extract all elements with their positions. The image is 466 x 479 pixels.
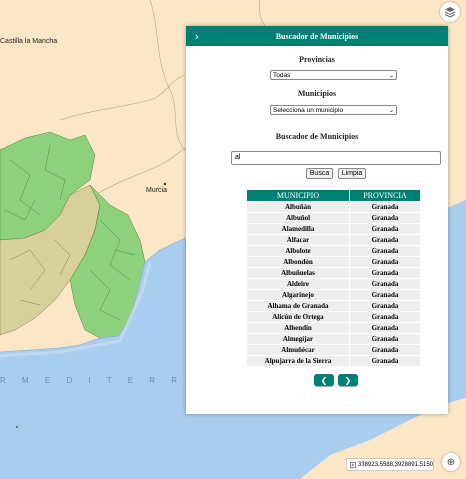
cell-provincia: Granada	[350, 246, 420, 256]
cell-municipio: Alicún de Ortega	[247, 312, 349, 322]
panel-header: › Buscador de Municipios	[186, 26, 448, 46]
table-row[interactable]: Albolote Granada	[247, 246, 420, 256]
map-town-dot	[163, 182, 167, 186]
cell-provincia: Granada	[350, 345, 420, 355]
cell-provincia: Granada	[350, 323, 420, 333]
table-row[interactable]: Alfacar Granada	[247, 235, 420, 245]
table-row[interactable]: Alamedilla Granada	[247, 224, 420, 234]
column-header-provincia[interactable]: PROVINCIA	[350, 190, 420, 201]
search-section-label: Buscador de Municipios	[275, 132, 359, 141]
cell-municipio: Almegíjar	[247, 334, 349, 344]
table-row[interactable]: Albuñuelas Granada	[247, 268, 420, 278]
layers-button[interactable]	[440, 2, 460, 22]
previous-page-button[interactable]: ❮	[314, 374, 334, 386]
municipios-select[interactable]: Selecciona un municipio ⌄	[270, 105, 397, 115]
results-table-body: Albuñán Granada Albuñol Granada Alamedilla Gr…	[247, 202, 420, 366]
table-row[interactable]: Algarinejo Granada	[247, 290, 420, 300]
search-button[interactable]: Busca	[306, 168, 333, 179]
municipios-label: Municipios	[297, 89, 337, 98]
cell-municipio: Albuñán	[247, 202, 349, 212]
table-header-row: MUNICIPIO PROVINCIA	[247, 190, 420, 201]
table-row[interactable]: Albondón Granada	[247, 257, 420, 267]
globe-icon: ⊕	[446, 456, 456, 468]
table-row[interactable]: Albuñán Granada	[247, 202, 420, 212]
layers-icon	[444, 7, 456, 18]
cell-municipio: Alamedilla	[247, 224, 349, 234]
table-row[interactable]: Aldeire Granada	[247, 279, 420, 289]
cell-provincia: Granada	[350, 279, 420, 289]
cell-provincia: Granada	[350, 290, 420, 300]
globe-button[interactable]: ⊕	[442, 453, 460, 471]
chevron-down-icon: ⌄	[388, 73, 394, 79]
cell-municipio: Algarinejo	[247, 290, 349, 300]
clear-button[interactable]: Limpia	[338, 168, 366, 179]
chevron-down-icon: ⌄	[388, 108, 394, 114]
cell-municipio: Albuñuelas	[247, 268, 349, 278]
table-row[interactable]: Almegíjar Granada	[247, 334, 420, 344]
column-header-municipio[interactable]: MUNICIPIO	[247, 190, 349, 201]
arrow-left-icon: ❮	[320, 375, 328, 385]
provincias-select[interactable]: Todas ⌄	[270, 70, 397, 80]
municipality-search-input[interactable]: al	[231, 151, 441, 165]
table-row[interactable]: Alicún de Ortega Granada	[247, 312, 420, 322]
cell-provincia: Granada	[350, 334, 420, 344]
cell-provincia: Granada	[350, 235, 420, 245]
table-row[interactable]: Alpujarra de la Sierra Granada	[247, 356, 420, 366]
map-town-dot	[16, 426, 18, 428]
table-row[interactable]: Almuñécar Granada	[247, 345, 420, 355]
chevron-right-icon: ›	[194, 29, 200, 43]
cell-provincia: Granada	[350, 312, 420, 322]
table-row[interactable]: Alhendín Granada	[247, 323, 420, 333]
panel-collapse-button[interactable]: ›	[190, 28, 204, 44]
map-label-region: Castilla la Mancha	[0, 38, 58, 45]
cell-provincia: Granada	[350, 356, 420, 366]
cell-provincia: Granada	[350, 268, 420, 278]
provincias-label: Provincias	[299, 55, 335, 64]
cell-provincia: Granada	[350, 301, 420, 311]
coordinates-text: 338923.5588,3928891.5150	[357, 461, 433, 468]
cell-provincia: Granada	[350, 224, 420, 234]
provincias-selected-value: Todas	[273, 72, 291, 79]
map-label-city: Murcia	[146, 187, 168, 194]
arrow-right-icon: ❯	[344, 375, 352, 385]
cell-provincia: Granada	[350, 257, 420, 267]
cell-municipio: Aldeire	[247, 279, 349, 289]
cell-provincia: Granada	[350, 202, 420, 212]
municipios-selected-value: Selecciona un municipio	[273, 107, 344, 114]
cell-municipio: Alhendín	[247, 323, 349, 333]
coordinates-readout: 338923.5588,3928891.5150	[346, 458, 434, 471]
cell-municipio: Alhama de Granada	[247, 301, 349, 311]
next-page-button[interactable]: ❯	[338, 374, 358, 386]
cell-municipio: Albondón	[247, 257, 349, 267]
table-row[interactable]: Albuñol Granada	[247, 213, 420, 223]
results-table: MUNICIPIO PROVINCIA Albuñán Granada Albuño…	[246, 189, 421, 367]
cell-municipio: Alpujarra de la Sierra	[247, 356, 349, 366]
cell-municipio: Albolote	[247, 246, 349, 256]
cell-municipio: Almuñécar	[247, 345, 349, 355]
location-icon	[350, 461, 356, 468]
panel-title: Buscador de Municipios	[275, 31, 359, 41]
table-row[interactable]: Alhama de Granada Granada	[247, 301, 420, 311]
cell-provincia: Granada	[350, 213, 420, 223]
cell-municipio: Alfacar	[247, 235, 349, 245]
cell-municipio: Albuñol	[247, 213, 349, 223]
